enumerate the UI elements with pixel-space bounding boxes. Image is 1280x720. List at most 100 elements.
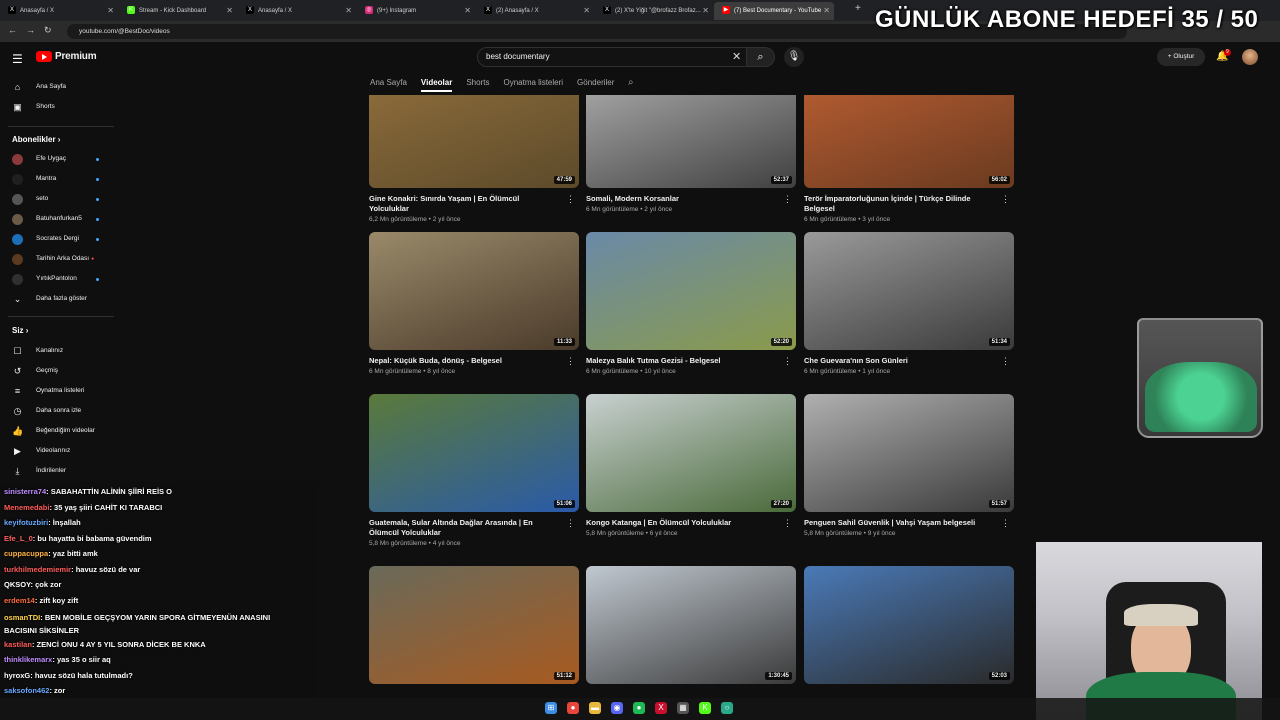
more-options-icon[interactable]: ⋮ xyxy=(783,356,792,367)
chat-username[interactable]: Menemedabi xyxy=(4,503,49,512)
video-title[interactable]: Terör İmparatorluğunun İçinde | Türkçe D… xyxy=(804,194,994,214)
new-tab-button[interactable]: + xyxy=(855,3,861,14)
video-thumbnail[interactable]: 56:02 xyxy=(804,95,1014,188)
video-card[interactable]: 51:34 Che Guevara'nın Son Günleri 6 Mn gör… xyxy=(804,232,1014,375)
more-options-icon[interactable]: ⋮ xyxy=(1001,194,1010,205)
sidebar-item[interactable]: ≡ Oynatma listeleri xyxy=(0,382,118,400)
video-title[interactable]: Gine Konakri: Sınırda Yaşam | En Ölümcül… xyxy=(369,194,559,214)
kick-icon[interactable]: K xyxy=(699,702,711,714)
video-title[interactable]: Penguen Sahil Güvenlik | Vahşi Yaşam bel… xyxy=(804,518,994,528)
sidebar-item[interactable]: ◷ Daha sonra izle xyxy=(0,402,118,420)
tab-close-icon[interactable]: ✕ xyxy=(345,2,352,20)
chat-username[interactable]: sinisterra74 xyxy=(4,487,46,496)
tab-close-icon[interactable]: ✕ xyxy=(464,2,471,20)
video-card[interactable]: 11:33 Nepal: Küçük Buda, dönüş - Belgesel… xyxy=(369,232,579,375)
chat-username[interactable]: QKSOY xyxy=(4,580,31,589)
you-header[interactable]: Siz › xyxy=(12,326,28,335)
subscription-item[interactable]: YırtıkPantolon xyxy=(0,270,118,288)
video-thumbnail[interactable]: 52:37 xyxy=(586,95,796,188)
browser-tab[interactable]: X Anasayfa / X ✕ xyxy=(238,2,356,20)
more-options-icon[interactable]: ⋮ xyxy=(783,194,792,205)
subscription-item[interactable]: Tarihin Arka Odası ● xyxy=(0,250,118,268)
video-card[interactable]: 52:37 Somali, Modern Korsanlar 6 Mn görünt… xyxy=(586,95,796,213)
calculator-icon[interactable]: ▦ xyxy=(677,702,689,714)
subscription-item[interactable]: Batuhanfurkan5 xyxy=(0,210,118,228)
chat-username[interactable]: saksofon462 xyxy=(4,686,49,695)
subscription-item[interactable]: Efe Uygaç xyxy=(0,150,118,168)
chat-username[interactable]: cuppacuppa xyxy=(4,549,48,558)
video-card[interactable]: 51:12 xyxy=(369,566,579,684)
video-thumbnail[interactable]: 52:20 xyxy=(586,232,796,350)
sidebar-item[interactable]: ↺ Geçmiş xyxy=(0,362,118,380)
back-icon[interactable]: ← xyxy=(8,25,17,35)
browser-tab[interactable]: ◎ (9+) Instagram ✕ xyxy=(357,2,475,20)
more-options-icon[interactable]: ⋮ xyxy=(566,518,575,529)
tab-close-icon[interactable]: ✕ xyxy=(107,2,114,20)
browser-tab[interactable]: X (2) X'te Yiğit "@brofazz Brofaz... ✕ xyxy=(595,2,713,20)
search-button[interactable]: ⌕ xyxy=(747,47,775,67)
sidebar-item[interactable]: ▣ Shorts xyxy=(0,98,118,116)
subscriptions-header[interactable]: Abonelikler › xyxy=(12,135,60,144)
tab-close-icon[interactable]: ✕ xyxy=(823,2,830,20)
chat-username[interactable]: keyifotuzbiri xyxy=(4,518,48,527)
subscription-item[interactable]: seto xyxy=(0,190,118,208)
chrome-icon[interactable]: ● xyxy=(567,702,579,714)
clear-search-icon[interactable]: ✕ xyxy=(732,50,741,63)
more-options-icon[interactable]: ⋮ xyxy=(566,194,575,205)
video-title[interactable]: Guatemala, Sular Altında Dağlar Arasında… xyxy=(369,518,559,538)
tab-close-icon[interactable]: ✕ xyxy=(583,2,590,20)
show-more-button[interactable]: ⌄ Daha fazla göster xyxy=(0,290,118,308)
video-title[interactable]: Nepal: Küçük Buda, dönüş - Belgesel xyxy=(369,356,559,366)
video-thumbnail[interactable]: 1:30:45 xyxy=(586,566,796,684)
menu-icon[interactable]: ☰ xyxy=(12,52,23,66)
search-input[interactable]: best documentary xyxy=(477,47,747,67)
video-card[interactable]: 51:57 Penguen Sahil Güvenlik | Vahşi Yaşa… xyxy=(804,394,1014,537)
video-title[interactable]: Kongo Katanga | En Ölümcül Yolculuklar xyxy=(586,518,776,528)
channel-tab[interactable]: Shorts xyxy=(466,76,489,92)
tab-close-icon[interactable]: ✕ xyxy=(226,2,233,20)
video-thumbnail[interactable]: 52:03 xyxy=(804,566,1014,684)
discord-icon[interactable]: ◉ xyxy=(611,702,623,714)
browser-tab[interactable]: X Anasayfa / X ✕ xyxy=(0,2,118,20)
subscription-item[interactable]: Mantra xyxy=(0,170,118,188)
more-options-icon[interactable]: ⋮ xyxy=(1001,356,1010,367)
video-card[interactable]: 51:06 Guatemala, Sular Altında Dağlar Ara… xyxy=(369,394,579,547)
create-button[interactable]: + Oluştur xyxy=(1157,48,1205,66)
video-thumbnail[interactable]: 51:34 xyxy=(804,232,1014,350)
more-options-icon[interactable]: ⋮ xyxy=(783,518,792,529)
chat-username[interactable]: turkhilmedemiemir xyxy=(4,565,71,574)
channel-tab[interactable]: Videolar xyxy=(420,76,453,92)
video-thumbnail[interactable]: 47:59 xyxy=(369,95,579,188)
sidebar-item[interactable]: ⌂ Ana Sayfa xyxy=(0,78,118,96)
reload-icon[interactable]: ↻ xyxy=(44,25,52,36)
video-card[interactable]: 52:03 xyxy=(804,566,1014,684)
voice-search-button[interactable]: 🎙 xyxy=(784,47,804,67)
channel-tab[interactable]: Oynatma listeleri xyxy=(503,76,563,92)
spotify-icon[interactable]: ● xyxy=(633,702,645,714)
video-thumbnail[interactable]: 11:33 xyxy=(369,232,579,350)
video-thumbnail[interactable]: 51:12 xyxy=(369,566,579,684)
video-title[interactable]: Che Guevara'nın Son Günleri xyxy=(804,356,994,366)
app-icon[interactable]: ○ xyxy=(721,702,733,714)
sidebar-item[interactable]: ▶ Videolarınız xyxy=(0,442,118,460)
browser-tab[interactable]: ▶ (7) Best Documentary - YouTube ✕ xyxy=(714,2,834,20)
tab-close-icon[interactable]: ✕ xyxy=(702,2,709,20)
browser-tab[interactable]: K Stream - Kick Dashboard ✕ xyxy=(119,2,237,20)
sidebar-item[interactable]: ⤓ İndirilenler xyxy=(0,462,118,480)
chat-username[interactable]: kastilan xyxy=(4,640,32,649)
windows-start-icon[interactable]: ⊞ xyxy=(545,702,557,714)
channel-search-icon[interactable]: ⌕ xyxy=(628,77,634,88)
sidebar-item[interactable]: ☐ Kanalınız xyxy=(0,342,118,360)
chat-username[interactable]: erdem14 xyxy=(4,596,35,605)
channel-tab[interactable]: Gönderiler xyxy=(577,76,614,92)
youtube-logo[interactable]: Premium xyxy=(36,51,97,62)
x-app-icon[interactable]: X xyxy=(655,702,667,714)
subscription-item[interactable]: Socrates Dergi xyxy=(0,230,118,248)
video-thumbnail[interactable]: 51:06 xyxy=(369,394,579,512)
forward-icon[interactable]: → xyxy=(26,25,35,35)
chat-username[interactable]: osmanTDI xyxy=(4,613,40,622)
chat-username[interactable]: thinklikemarx xyxy=(4,655,52,664)
video-card[interactable]: 47:59 Gine Konakri: Sınırda Yaşam | En Öl… xyxy=(369,95,579,223)
video-title[interactable]: Malezya Balık Tutma Gezisi - Belgesel xyxy=(586,356,776,366)
video-title[interactable]: Somali, Modern Korsanlar xyxy=(586,194,776,204)
